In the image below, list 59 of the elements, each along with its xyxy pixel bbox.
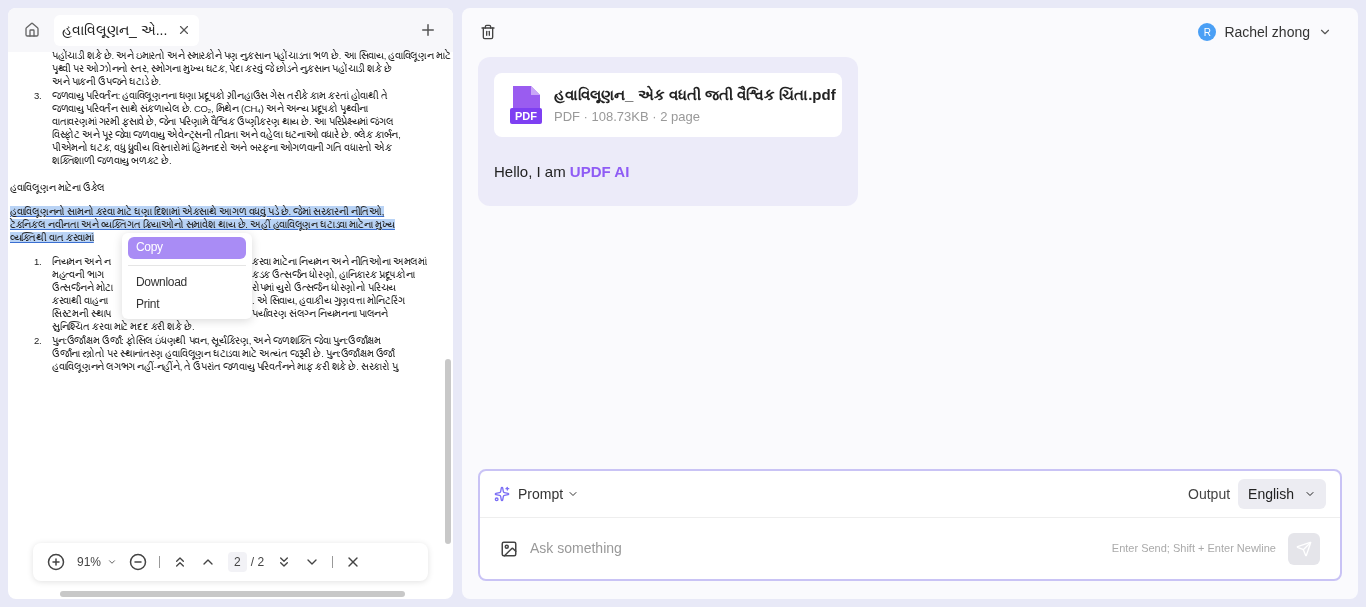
document-text: પર્યાવરણ સંલગ્ન નિયમનના પાલનને — [252, 307, 388, 320]
document-text: હવાવિલૂણનને લગભગ નહીં-નહીંને, તે ઉપરાંત જળવાયુ પરિવર્તનને માફ કરી શકે છે. સરકારો પુ — [52, 361, 398, 372]
document-text: સિસ્ટમની સ્થાપ — [52, 307, 112, 320]
document-text: કરવા માટેના નિયમન અને નીતિઓના અમલમાં — [252, 255, 427, 268]
home-icon[interactable] — [24, 22, 40, 38]
document-text: અને પાકની ઉપજને ઘટાડે છે. — [52, 76, 161, 87]
file-card[interactable]: PDF હવાવિલૂણન_ એક વધતી જતી વૈશ્વિક ચિંતા.pdf PDF · 108.73KB · 2 page — [494, 73, 842, 137]
document-text: ઉર્જાના સ્ત્રોતો પર સ્થાનાંતરણ હવાવિલૂણન ઘટાડવા માટે અત્યંત જરૂરી છે. પુન:ઉર્જાક્ષમ ઉર્જા — [52, 348, 396, 359]
document-text: વિસ્ફોટ અને પૂર જેવા જળવાયુ એવેન્ટ્સની તીવ્રતા અને વહેલા ઘટનાઓ વધારે છે. બ્લેક કાર્બન, — [52, 129, 401, 140]
file-name: હવાવિલૂણન_ એક વધતી જતી વૈશ્વિક ચિંતા.pdf — [554, 84, 836, 106]
file-meta: PDF · 108.73KB · 2 page — [554, 107, 701, 126]
page-total: / 2 — [250, 554, 265, 571]
section-heading: હવાવિલૂણન માટેના ઉકેલ — [10, 182, 106, 193]
zoom-in-icon[interactable] — [47, 553, 65, 571]
document-text: પહોંચાડી શકે છે. અને ઇમારતો અને સ્મારકોને પણ નુકસાન પહોંચાડતા ભળ છે. આ સિવાય, હવાવિલૂણન માટે — [52, 50, 451, 61]
send-icon — [1296, 540, 1312, 557]
document-text: કરવાથી વાહના — [52, 294, 109, 307]
document-text: જળવાયુ પરિવર્તન સાથે સંકળાયેલ છે. CO₂, મિથેન (CH₄) અને અન્ય પ્રદૂષકો પૃથ્વીના — [52, 103, 368, 114]
language-select[interactable]: English — [1238, 479, 1326, 509]
greeting-text: Hello, I am UPDF AI — [494, 162, 631, 182]
document-text: પીએમનો ઘટક, વધુ ધ્રુવીય વિસ્તારોમાં હિમનદરો અને બરફના ઓગળવાની ગતિ વધારતો એક — [52, 142, 392, 153]
document-text: વાતાવરણમાં ગરમી ફસાવે છે, જેના પરિણામે વૈશ્વિક ઉષ્ણીકરણ થાય છે. આ પરિપ્રેક્ષ્યમાં જંગલ — [52, 116, 394, 127]
document-text: નિયમન અને ન — [52, 255, 112, 268]
list-number: 2. — [33, 334, 43, 347]
document-text: કડક ઉત્સર્જન ધોરણો, હાનિકારક પ્રદૂષકોના — [252, 268, 415, 281]
document-text: રોપમાં યુરો ઉત્સર્જન ધોરણોનો પરિચય — [252, 281, 396, 294]
document-tab[interactable]: હવાવિલૂણન_ એ... — [54, 14, 200, 46]
document-text: પૃથ્વી પર ઓઝોનનો સ્તર, સ્મોગના મુખ્ય ઘટક, પેદા કરવું જે છોડને નુકસાન પહોંચાડી શકે છે — [52, 63, 392, 74]
output-label: Output — [1188, 484, 1231, 504]
menu-item[interactable]: Print — [128, 293, 246, 315]
user-name[interactable]: Rachel zhong — [1224, 21, 1310, 43]
zoom-level[interactable]: 91% — [77, 553, 102, 571]
horizontal-scrollbar[interactable] — [60, 591, 405, 597]
document-text: પુન:ઉર્જાક્ષમ ઉર્જા: ફોસિલ ઇંધણથી પવન, સૂર્યકિરણ, અને જળશક્તિ જેવા પુન:ઉર્જાક્ષમ — [52, 334, 381, 347]
page-field[interactable]: 2 — [228, 552, 247, 572]
document-text: વ્યક્તિથી વાત કરવામાં — [10, 232, 94, 243]
image-icon[interactable] — [500, 539, 518, 558]
new-tab-icon[interactable] — [419, 21, 437, 39]
document-text: ટેકનિકલ નવીનતા અને વ્યક્તિગત ક્રિયાઓનો સમાવેશ થાય છે. અહીં હવાવિલૂણન ઘટાડવા માટેના મુખ્ય — [10, 219, 395, 230]
document-text: હવાવિલૂણનનો સામનો કરવા માટે ઘણા દિશામાં એકસાથે આગળ વધવું પડે છે. જેમાં સરકારની નીતિઓ, — [10, 206, 385, 217]
menu-item[interactable]: Download — [128, 271, 246, 294]
document-text: જળવાયુ પરિવર્તન: હવાવિલૂણનના ઘણા પ્રદૂષકો ગ્રીનહાઉસ ગેસ તરીકે કામ કરતાં હોવાથી તે — [52, 89, 388, 102]
zoom-out-icon[interactable] — [129, 553, 148, 571]
document-text: . એ સિવાય, હવાકીય ગુણવત્તા મોનિટરિંગ — [252, 294, 405, 307]
caret-icon[interactable] — [107, 557, 118, 567]
trash-icon[interactable] — [480, 24, 496, 40]
scrollbar-thumb[interactable] — [445, 359, 451, 544]
pdf-file-icon — [510, 86, 542, 124]
document-text: મહત્વની ભાગ — [52, 268, 105, 281]
list-number: 3. — [33, 89, 43, 102]
file-type-label: PDF — [514, 108, 538, 124]
message-input[interactable]: Ask something — [530, 538, 1100, 559]
list-number: 1. — [34, 256, 42, 267]
document-text: ઉત્સર્જનને મોટા — [52, 281, 114, 294]
keyboard-hint: Enter Send; Shift + Enter Newline — [1111, 541, 1276, 557]
sparkle-icon — [494, 486, 510, 502]
document-text: શક્તિશાળી જળવાયુ બળકટ છે. — [52, 155, 172, 166]
document-text: સુનિશ્ચિત કરવા માટે મદદ કરી શકે છે. — [52, 321, 195, 332]
prompt-menu[interactable]: Prompt — [518, 483, 564, 505]
